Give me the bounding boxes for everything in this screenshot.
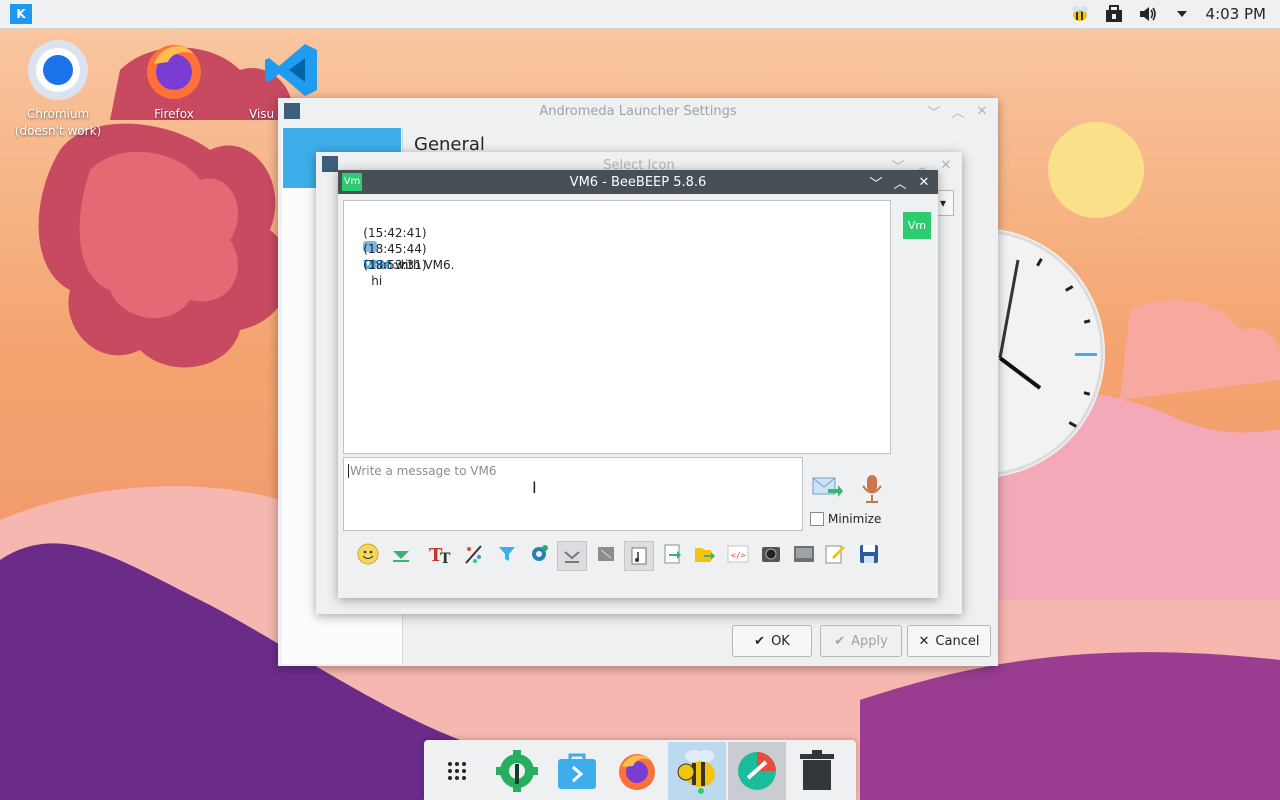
desktop-icon-label: Firefox: [154, 107, 194, 121]
close-icon[interactable]: ✕: [972, 104, 992, 119]
check-icon: ✔: [834, 633, 846, 649]
chevron-up-icon[interactable]: ︿: [890, 173, 910, 192]
app-grid-icon[interactable]: [428, 742, 486, 800]
message-time: (18:53:31): [363, 258, 427, 272]
desktop-icon-chromium[interactable]: Chromium (doesn't work): [13, 32, 103, 140]
settings-title: Andromeda Launcher Settings: [539, 103, 737, 119]
compact-view-icon[interactable]: [593, 541, 619, 567]
store-icon[interactable]: [548, 742, 606, 800]
trash-icon[interactable]: [788, 742, 846, 800]
chevron-down-icon[interactable]: ﹀: [866, 173, 886, 192]
ok-button[interactable]: ✔ OK: [732, 625, 812, 657]
send-button[interactable]: [812, 475, 844, 504]
text-format-icon[interactable]: TT: [428, 541, 454, 567]
voice-message-button[interactable]: [860, 473, 884, 508]
edit-note-icon[interactable]: [822, 541, 848, 567]
settings-gear-icon[interactable]: [488, 742, 546, 800]
firefox-icon: [142, 38, 206, 102]
vault-icon[interactable]: [1104, 4, 1124, 24]
message-input[interactable]: Write a message to VM6 I: [343, 457, 803, 531]
filter-icon[interactable]: [494, 541, 520, 567]
andromeda-app-icon: [322, 156, 338, 172]
vm-app-badge: Vm: [342, 173, 362, 191]
beebeep-icon[interactable]: [668, 742, 726, 800]
ok-label: OK: [771, 633, 790, 649]
andromeda-icon[interactable]: [728, 742, 786, 800]
close-icon[interactable]: ✕: [914, 175, 934, 190]
chevron-up-icon[interactable]: ︿: [948, 102, 968, 121]
send-file-icon[interactable]: [660, 541, 686, 567]
expand-tray-icon[interactable]: [1172, 4, 1192, 24]
download-icon[interactable]: [388, 541, 414, 567]
html-code-icon[interactable]: </>: [725, 541, 751, 567]
check-icon: ✔: [754, 633, 766, 649]
message-text: hi: [371, 274, 383, 288]
text-cursor-icon: I: [532, 478, 537, 497]
send-folder-icon[interactable]: [692, 541, 718, 567]
clock[interactable]: 4:03 PM: [1206, 5, 1266, 23]
send-icon: [812, 477, 843, 497]
text-color-icon[interactable]: [461, 541, 487, 567]
chat-history[interactable]: (15:42:41) Chat with VM6. (18:45:44) VM6…: [343, 200, 891, 454]
desktop-icon-label: Chromium: [26, 107, 90, 121]
svg-text:T: T: [440, 551, 451, 565]
minimize-checkbox[interactable]: [810, 512, 824, 526]
chevron-down-icon[interactable]: ﹀: [924, 102, 944, 121]
minimize-label: Minimize: [828, 512, 882, 526]
vscode-icon: [259, 38, 323, 102]
close-icon[interactable]: ✕: [936, 158, 956, 173]
desktop-icon-firefox[interactable]: Firefox: [129, 32, 219, 123]
message-placeholder: Write a message to VM6: [348, 464, 497, 478]
sound-notification-icon[interactable]: [624, 541, 654, 571]
chat-title: VM6 - BeeBEEP 5.8.6: [569, 174, 707, 190]
dock-panel: [424, 740, 856, 800]
cancel-button[interactable]: ✕ Cancel: [907, 625, 991, 657]
settings-gear-icon[interactable]: [526, 541, 552, 567]
andromeda-app-icon: [284, 103, 300, 119]
spell-check-icon[interactable]: [557, 541, 587, 571]
chromium-icon: [26, 38, 90, 102]
volume-icon[interactable]: [1138, 4, 1158, 24]
firefox-icon[interactable]: [608, 742, 666, 800]
system-tray: 4:03 PM: [1070, 0, 1280, 28]
user-avatar-vm[interactable]: Vm: [903, 212, 931, 239]
chat-titlebar[interactable]: Vm VM6 - BeeBEEP 5.8.6 ﹀ ︿ ✕: [338, 170, 938, 194]
save-chat-icon[interactable]: [856, 541, 882, 567]
beebeep-tray-icon[interactable]: [1070, 4, 1090, 24]
chat-message: (18:53:31) hi: [348, 241, 427, 305]
top-panel: K 4:03 PM: [0, 0, 1280, 29]
settings-titlebar[interactable]: Andromeda Launcher Settings ﹀ ︿ ✕: [278, 98, 998, 124]
monitor-icon[interactable]: [791, 541, 817, 567]
apply-label: Apply: [851, 633, 888, 649]
screenshot-icon[interactable]: [758, 541, 784, 567]
apply-button[interactable]: ✔ Apply: [820, 625, 902, 657]
close-icon: ✕: [918, 633, 930, 649]
desktop-icon-sublabel: (doesn't work): [14, 124, 102, 138]
application-launcher-icon[interactable]: K: [10, 4, 32, 24]
cancel-label: Cancel: [935, 633, 980, 649]
microphone-icon: [862, 475, 882, 503]
emoji-icon[interactable]: [355, 541, 381, 567]
svg-text:</>: </>: [731, 551, 746, 560]
